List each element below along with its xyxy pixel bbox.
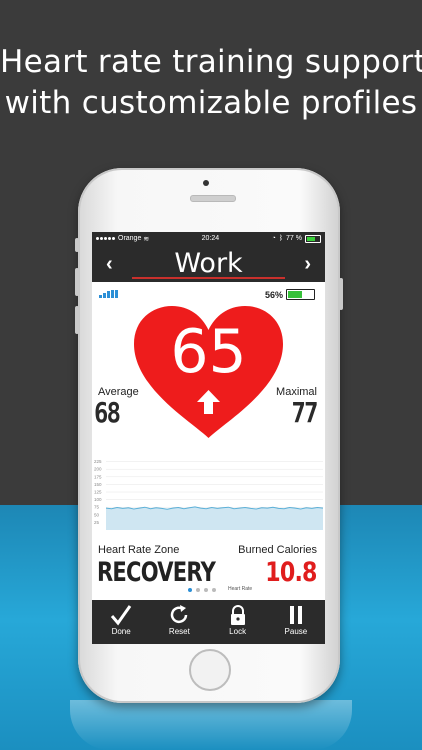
toolbar: Done Reset Lock Pause xyxy=(92,600,325,644)
sensor-battery-icon xyxy=(286,289,315,300)
profile-title: Work xyxy=(174,248,243,279)
sensor-battery: 56% xyxy=(265,289,315,300)
graph-y-tick-label: 75 xyxy=(94,505,100,510)
graph-y-tick-label: 100 xyxy=(94,497,102,502)
earpiece-speaker xyxy=(190,195,236,202)
headline-line-2: with customizable profiles xyxy=(4,85,418,121)
mute-switch xyxy=(75,238,79,252)
pause-icon xyxy=(289,606,302,624)
front-camera xyxy=(203,180,209,186)
zone-label: Heart Rate Zone xyxy=(98,544,180,556)
average-value: 68 xyxy=(94,396,121,429)
graph-y-tick-label: 25 xyxy=(94,520,100,525)
status-bar: Orange ≋ 20:24 ◔ ᛒ 77 % xyxy=(92,232,325,245)
graph-y-tick-label: 125 xyxy=(94,490,102,495)
graph-y-tick-label: 150 xyxy=(94,482,102,487)
pause-button[interactable]: Pause xyxy=(267,600,325,644)
phone-reflection xyxy=(70,700,352,750)
graph-y-tick-label: 175 xyxy=(94,474,102,479)
graph-y-tick-label: 50 xyxy=(94,512,100,517)
page-dot[interactable] xyxy=(196,588,200,592)
reset-button[interactable]: Reset xyxy=(150,600,208,644)
profile-header: ‹ Work › xyxy=(92,245,325,282)
bluetooth-icon: ᛒ xyxy=(278,235,284,242)
lock-icon xyxy=(230,605,245,625)
volume-down-button xyxy=(75,306,79,334)
volume-up-button xyxy=(75,268,79,296)
lock-label: Lock xyxy=(229,627,247,636)
current-heart-rate: 65 xyxy=(170,317,247,387)
calories-value: 10.8 xyxy=(265,557,318,588)
maximal-value: 77 xyxy=(291,396,319,429)
signal-dots-icon xyxy=(96,235,116,242)
sensor-signal-icon xyxy=(99,290,118,298)
pause-label: Pause xyxy=(284,627,308,636)
headline: Heart rate training support with customi… xyxy=(0,42,422,124)
app-screen: Orange ≋ 20:24 ◔ ᛒ 77 % ‹ Work › 56% 65 … xyxy=(92,232,325,644)
page-label: Heart Rate xyxy=(228,586,253,592)
heart-rate-graph: 225 200 175 150 125 100 75 50 25 xyxy=(94,459,324,530)
alarm-icon: ◔ xyxy=(271,235,276,242)
carrier-name: Orange xyxy=(118,235,142,242)
status-time: 20:24 xyxy=(201,235,220,242)
page-indicator[interactable] xyxy=(188,588,216,592)
page-dot[interactable] xyxy=(204,588,208,592)
page-dot[interactable] xyxy=(212,588,216,592)
graph-area xyxy=(106,506,323,530)
done-label: Done xyxy=(111,627,131,636)
battery-percent: 77 % xyxy=(286,235,302,242)
phone-frame: Orange ≋ 20:24 ◔ ᛒ 77 % ‹ Work › 56% 65 … xyxy=(75,168,343,703)
calories-label: Burned Calories xyxy=(238,544,317,556)
page-dot[interactable] xyxy=(188,588,192,592)
battery-icon xyxy=(304,234,321,243)
headline-line-1: Heart rate training support xyxy=(0,44,422,80)
done-button[interactable]: Done xyxy=(92,600,150,644)
zone-value: RECOVERY xyxy=(97,557,216,588)
sensor-battery-percent: 56% xyxy=(264,289,283,300)
next-profile-button[interactable]: › xyxy=(304,253,311,276)
reset-icon xyxy=(171,605,188,624)
profile-underline xyxy=(132,277,285,279)
graph-y-tick-label: 200 xyxy=(94,467,102,472)
reset-label: Reset xyxy=(168,627,190,636)
wifi-icon: ≋ xyxy=(143,235,150,243)
power-button xyxy=(339,278,343,310)
monitor-panel: 56% 65 Average 68 Maximal 77 225 200 175 15… xyxy=(92,282,325,600)
checkmark-icon xyxy=(110,605,132,626)
lock-button[interactable]: Lock xyxy=(209,600,267,644)
home-button[interactable] xyxy=(189,649,231,691)
graph-y-tick-label: 225 xyxy=(94,459,102,464)
